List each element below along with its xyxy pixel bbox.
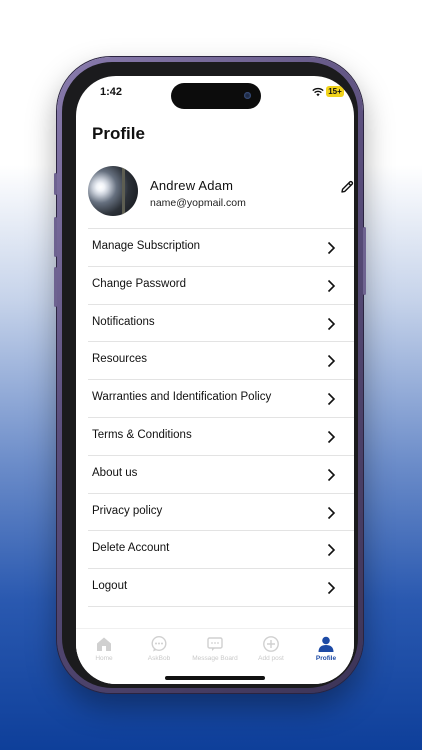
tab-label: Add post: [258, 655, 284, 662]
tab-profile[interactable]: Profile: [298, 629, 354, 669]
user-email: name@yopmail.com: [150, 197, 246, 209]
menu-item-warranties-policy[interactable]: Warranties and Identification Policy: [88, 380, 354, 418]
menu-item-about-us[interactable]: About us: [88, 456, 354, 494]
chevron-right-icon: [327, 355, 336, 368]
volume-up-button: [54, 217, 57, 257]
menu-item-label: Resources: [92, 353, 147, 366]
chevron-right-icon: [327, 430, 336, 444]
menu-item-label: Notifications: [92, 315, 155, 328]
menu-item-logout[interactable]: Logout: [88, 569, 354, 607]
person-icon: [318, 636, 334, 652]
status-time: 1:42: [100, 86, 123, 98]
chevron-right-icon: [327, 393, 336, 406]
user-name: Andrew Adam: [150, 178, 234, 193]
chevron-right-icon: [327, 241, 336, 255]
menu-item-label: Change Password: [92, 277, 186, 290]
tab-askbob[interactable]: AskBob: [131, 629, 187, 669]
settings-menu: Manage Subscription Change Password Noti…: [88, 229, 354, 607]
menu-item-label: Terms & Conditions: [92, 428, 192, 441]
chevron-right-icon: [327, 468, 336, 481]
tab-label: Home: [95, 655, 113, 662]
menu-item-label: Privacy policy: [92, 504, 163, 517]
phone-frame: 1:42 15+ Profile Andrew Adam name@yopmai…: [54, 57, 366, 693]
tab-add-post[interactable]: Add post: [243, 629, 299, 669]
page-title: Profile: [92, 124, 145, 143]
chevron-right-icon: [327, 317, 336, 330]
menu-item-resources[interactable]: Resources: [88, 342, 354, 381]
profile-card: Andrew Adam name@yopmail.com: [88, 166, 354, 224]
message-board-icon: [207, 637, 223, 651]
menu-item-terms-conditions[interactable]: Terms & Conditions: [88, 418, 354, 456]
tab-label: AskBob: [147, 655, 171, 662]
menu-item-label: Warranties and Identification Policy: [92, 391, 272, 404]
battery-indicator: 15+: [326, 86, 344, 97]
chevron-right-icon: [327, 279, 336, 292]
menu-item-change-password[interactable]: Change Password: [88, 267, 354, 305]
status-bar: 1:42 15+: [76, 76, 354, 110]
home-icon: [97, 637, 111, 651]
chevron-right-icon: [327, 544, 336, 557]
tab-message-board[interactable]: Message Board: [187, 629, 243, 669]
volume-down-button: [54, 267, 57, 307]
tab-label: Profile: [315, 655, 337, 662]
chat-bubble-icon: [151, 635, 167, 652]
dynamic-island: [171, 83, 261, 109]
menu-item-manage-subscription[interactable]: Manage Subscription: [88, 229, 354, 267]
wifi-icon: [312, 87, 324, 97]
menu-item-delete-account[interactable]: Delete Account: [88, 531, 354, 570]
phone-bezel: 1:42 15+ Profile Andrew Adam name@yopmai…: [62, 62, 358, 688]
avatar[interactable]: [88, 166, 138, 216]
action-button: [54, 173, 57, 195]
tab-home[interactable]: Home: [76, 629, 132, 669]
chevron-right-icon: [327, 582, 336, 595]
app-screen: 1:42 15+ Profile Andrew Adam name@yopmai…: [76, 76, 354, 684]
home-indicator: [165, 676, 265, 680]
edit-pencil-icon[interactable]: [339, 179, 354, 195]
menu-item-label: About us: [92, 466, 138, 479]
menu-item-label: Manage Subscription: [92, 240, 201, 252]
tab-label: Message Board: [192, 655, 238, 662]
menu-item-label: Delete Account: [92, 542, 170, 555]
menu-item-label: Logout: [92, 580, 128, 593]
plus-circle-icon: [263, 636, 279, 652]
menu-item-privacy-policy[interactable]: Privacy policy: [88, 494, 354, 532]
power-button: [363, 227, 366, 295]
menu-item-notifications[interactable]: Notifications: [88, 305, 354, 343]
camera-icon: [244, 92, 251, 99]
chevron-right-icon: [327, 506, 336, 519]
